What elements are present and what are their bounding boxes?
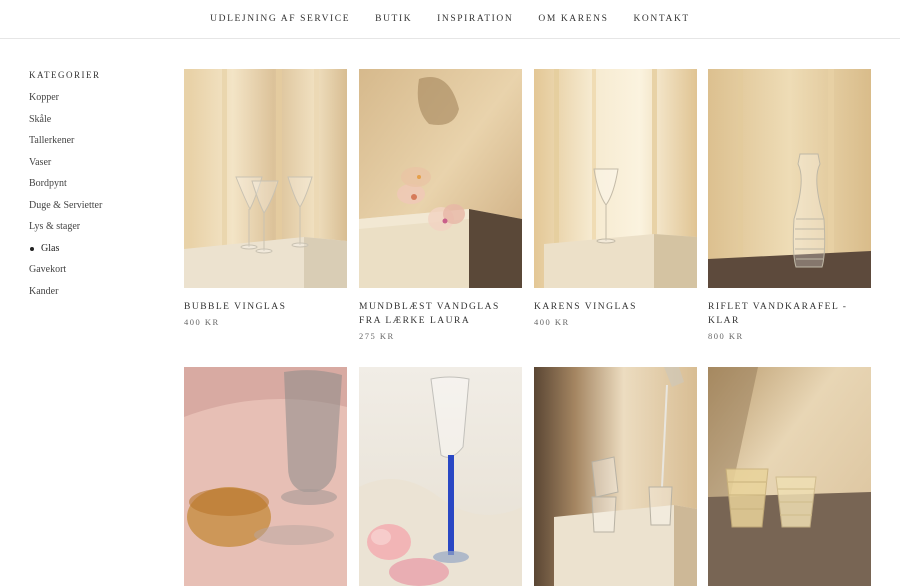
category-sidebar: KATEGORIER Kopper Skåle Tallerkener Vase…: [29, 70, 169, 306]
product-image-amber-glass-on-pink-cloth[interactable]: [184, 367, 347, 586]
product-image-blue-stem-glass-with-flower[interactable]: [359, 367, 522, 586]
sidebar-item-lys-stager[interactable]: Lys & stager: [29, 220, 169, 242]
product-image-water-pouring-into-glasses[interactable]: [534, 367, 697, 586]
nav-item-contact[interactable]: KONTAKT: [633, 14, 689, 24]
sidebar-item-gavekort[interactable]: Gavekort: [29, 263, 169, 285]
sidebar-item-bordpynt[interactable]: Bordpynt: [29, 177, 169, 199]
sidebar-item-duge-servietter[interactable]: Duge & Servietter: [29, 199, 169, 221]
sidebar-item-kopper[interactable]: Kopper: [29, 91, 169, 113]
nav-item-inspiration[interactable]: INSPIRATION: [437, 14, 513, 24]
product-card[interactable]: [534, 367, 697, 586]
sidebar-item-label: Kopper: [29, 92, 59, 103]
sidebar-item-tallerkener[interactable]: Tallerkener: [29, 134, 169, 156]
product-price: 400 KR: [534, 317, 570, 327]
product-title[interactable]: MUNDBLÆST VANDGLAS FRA LÆRKE LAURA: [359, 300, 522, 328]
sidebar-heading: KATEGORIER: [29, 70, 101, 80]
sidebar-item-label: Vaser: [29, 156, 52, 168]
product-card[interactable]: [359, 367, 522, 586]
sidebar-item-label: Bordpynt: [29, 178, 67, 189]
nav-item-about[interactable]: OM KARENS: [538, 14, 608, 24]
product-image-mouth-blown-water-glasses[interactable]: [359, 69, 522, 288]
product-card[interactable]: KARENS VINGLAS 400 KR: [534, 69, 697, 327]
sidebar-item-label: Lys & stager: [29, 221, 81, 232]
sidebar-item-label: Kander: [29, 285, 59, 297]
product-image-yellow-ribbed-glasses[interactable]: [708, 367, 871, 586]
product-image-karens-wine-glass[interactable]: [534, 69, 697, 288]
product-price: 800 KR: [708, 331, 744, 341]
top-navigation: UDLEJNING AF SERVICE BUTIK INSPIRATION O…: [0, 0, 900, 39]
product-price: 275 KR: [359, 331, 395, 341]
category-list: Kopper Skåle Tallerkener Vaser Bordpynt …: [29, 91, 169, 306]
product-card[interactable]: MUNDBLÆST VANDGLAS FRA LÆRKE LAURA 275 K…: [359, 69, 522, 341]
sidebar-item-label: Gavekort: [29, 264, 67, 275]
product-card[interactable]: BUBBLE VINGLAS 400 KR: [184, 69, 347, 327]
product-image-ribbed-carafe[interactable]: [708, 69, 871, 288]
product-card[interactable]: [708, 367, 871, 586]
product-price: 400 KR: [184, 317, 220, 327]
product-title[interactable]: KARENS VINGLAS: [534, 300, 697, 314]
sidebar-item-skaale[interactable]: Skåle: [29, 113, 169, 135]
product-image-bubble-wine-glasses[interactable]: [184, 69, 347, 288]
sidebar-item-label: Duge & Servietter: [29, 199, 103, 211]
sidebar-item-kander[interactable]: Kander: [29, 285, 169, 307]
product-title[interactable]: BUBBLE VINGLAS: [184, 300, 347, 314]
sidebar-item-label: Glas: [41, 242, 60, 254]
nav-item-rental[interactable]: UDLEJNING AF SERVICE: [210, 14, 350, 24]
product-card[interactable]: RIFLET VANDKARAFEL - KLAR 800 KR: [708, 69, 871, 341]
product-title[interactable]: RIFLET VANDKARAFEL - KLAR: [708, 300, 871, 328]
product-card[interactable]: [184, 367, 347, 586]
sidebar-item-label: Tallerkener: [29, 135, 75, 146]
active-bullet-icon: [30, 246, 34, 251]
sidebar-item-vaser[interactable]: Vaser: [29, 156, 169, 178]
nav-item-shop[interactable]: BUTIK: [375, 14, 412, 24]
sidebar-item-glas[interactable]: Glas: [29, 242, 169, 264]
sidebar-item-label: Skåle: [29, 113, 52, 125]
